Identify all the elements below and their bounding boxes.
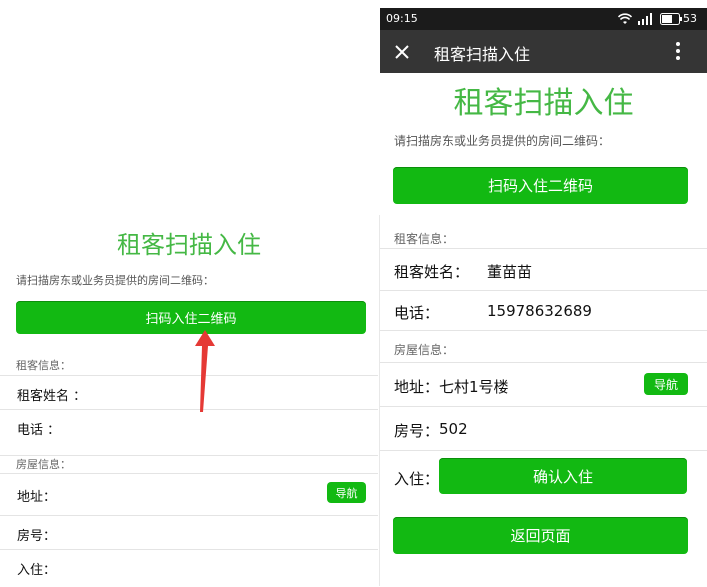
room-label: 房号： bbox=[394, 422, 440, 440]
room-row: 房号： 502 bbox=[380, 406, 707, 451]
page-title: 租客扫描入住 bbox=[117, 231, 261, 259]
titlebar-title: 租客扫描入住 bbox=[434, 45, 531, 64]
address-row: 地址： 导航 bbox=[0, 473, 378, 516]
checkin-label: 入住： bbox=[394, 470, 440, 488]
title-bar: 租客扫描入住 bbox=[380, 30, 707, 73]
phone-label: 电话： bbox=[394, 304, 440, 322]
nav-button[interactable]: 导航 bbox=[327, 482, 366, 503]
address-label: 地址： bbox=[394, 378, 440, 396]
name-row: 租客姓名： 董苗苗 bbox=[380, 248, 707, 291]
address-value: 七村1号楼 bbox=[439, 378, 509, 396]
page-title: 租客扫描入住 bbox=[453, 86, 634, 121]
room-label: 房号： bbox=[17, 529, 57, 544]
more-menu-icon[interactable] bbox=[675, 41, 681, 61]
left-screen: 租客扫描入住 请扫描房东或业务员提供的房间二维码： 扫码入住二维码 租客信息： … bbox=[0, 215, 378, 586]
right-screen: 09:15 53 租客扫描入住 租客扫描入住 请扫描房东或业务员提供的房间二维码… bbox=[380, 8, 707, 586]
room-value: 502 bbox=[439, 420, 468, 438]
tenant-section-label: 租客信息： bbox=[394, 232, 455, 246]
scan-hint: 请扫描房东或业务员提供的房间二维码： bbox=[16, 274, 214, 287]
arrow-annotation-icon bbox=[195, 330, 215, 412]
back-button[interactable]: 返回页面 bbox=[393, 517, 688, 554]
close-icon[interactable] bbox=[394, 44, 410, 60]
name-label: 租客姓名 ： bbox=[17, 389, 87, 404]
status-bar: 09:15 53 bbox=[380, 8, 707, 30]
confirm-checkin-button[interactable]: 确认入住 bbox=[439, 458, 687, 494]
scan-qr-button[interactable]: 扫码入住二维码 bbox=[393, 167, 688, 204]
room-row: 房号： bbox=[0, 515, 378, 550]
wifi-icon bbox=[618, 13, 632, 24]
battery-icon bbox=[660, 13, 682, 25]
house-section-label: 房屋信息： bbox=[0, 455, 378, 472]
name-label: 租客姓名： bbox=[394, 263, 470, 281]
checkin-row: 入住： bbox=[0, 549, 378, 587]
signal-icon bbox=[638, 13, 652, 25]
status-time: 09:15 bbox=[386, 12, 418, 25]
address-label: 地址： bbox=[17, 490, 57, 505]
checkin-label: 入住： bbox=[17, 563, 57, 578]
house-section-label: 房屋信息： bbox=[394, 343, 455, 357]
battery-level: 53 bbox=[683, 12, 697, 25]
house-section-row: 房屋信息： bbox=[380, 330, 707, 363]
name-value: 董苗苗 bbox=[487, 263, 533, 281]
phone-row: 电话： 15978632689 bbox=[380, 290, 707, 331]
name-row: 租客姓名 ： bbox=[0, 375, 378, 410]
nav-button[interactable]: 导航 bbox=[644, 373, 688, 395]
phone-label: 电话 ： bbox=[17, 423, 61, 438]
phone-row: 电话 ： bbox=[0, 409, 378, 444]
phone-value: 15978632689 bbox=[487, 302, 592, 320]
scan-hint: 请扫描房东或业务员提供的房间二维码： bbox=[394, 134, 611, 148]
checkin-row: 入住： 确认入住 bbox=[380, 450, 707, 509]
tenant-section-label: 租客信息： bbox=[16, 359, 71, 372]
address-row: 地址： 七村1号楼 导航 bbox=[380, 362, 707, 407]
